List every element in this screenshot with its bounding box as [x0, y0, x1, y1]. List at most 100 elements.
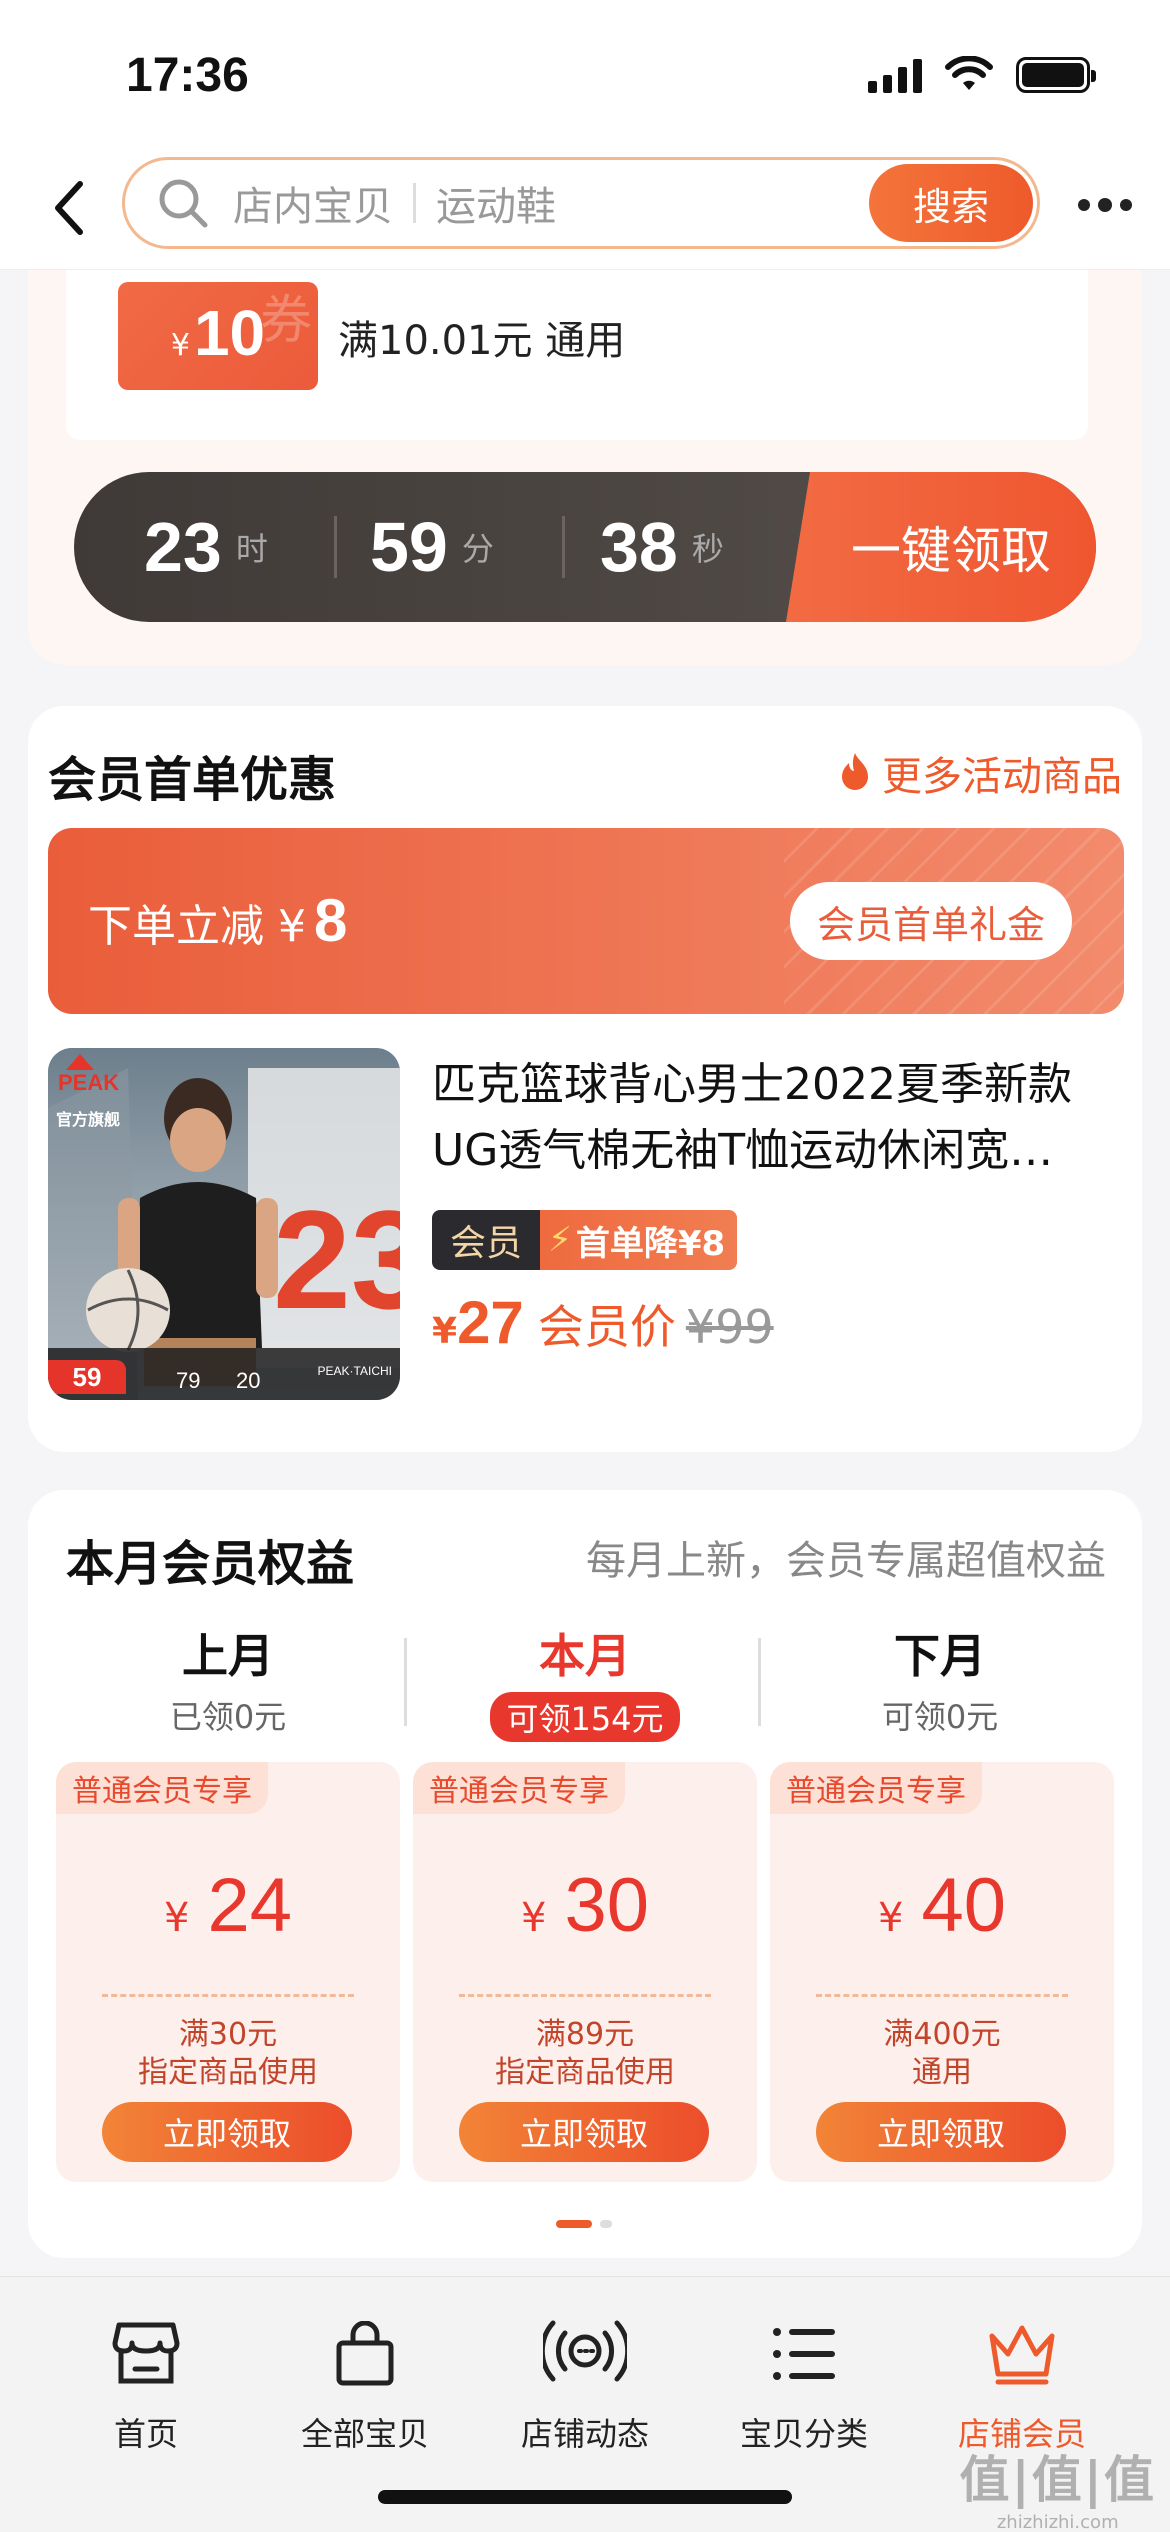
search-input[interactable]: 店内宝贝 运动鞋 搜索: [122, 157, 1040, 249]
product-card[interactable]: 23 PEAK 官方旗舰 59 79 20 PEAK·TAICHI 匹克篮球背心…: [48, 1048, 1124, 1408]
price-currency: ¥: [432, 1311, 458, 1352]
coupon-tier-tag: 普通会员专享: [56, 1762, 268, 1814]
member-price-label: 会员价: [537, 1300, 676, 1354]
claim-all-button[interactable]: 一键领取: [786, 472, 1096, 622]
countdown-seconds-unit: 秒: [691, 530, 724, 568]
coupon-amount: 30: [564, 1863, 649, 1948]
coupon-value: ¥ 24: [56, 1862, 400, 1949]
product-image[interactable]: 23 PEAK 官方旗舰 59 79 20 PEAK·TAICHI: [48, 1048, 400, 1400]
first-order-gift-button[interactable]: 会员首单礼金: [790, 882, 1072, 960]
banner-text: 下单立减 ¥ 8: [88, 886, 347, 955]
coupon-scope: 通用: [912, 2055, 972, 2090]
store-label: 官方旗舰: [56, 1110, 121, 1129]
benefits-title: 本月会员权益: [66, 1536, 355, 1592]
search-placeholder-suggestion: 运动鞋: [436, 184, 556, 230]
claim-coupon-button[interactable]: 立即领取: [459, 2102, 709, 2162]
coupon-dashed-divider: [102, 1994, 354, 1997]
month-claimable: 可领0元: [881, 1698, 999, 1736]
countdown-separator: [334, 516, 337, 578]
more-activity-label: 更多活动商品: [882, 754, 1122, 800]
lightning-icon: ⚡: [548, 1220, 572, 1260]
brand-name: PEAK: [58, 1070, 120, 1095]
coupon-value: ¥ 40: [770, 1862, 1114, 1949]
countdown-separator: [562, 516, 565, 578]
banner-label: 下单立减 ¥: [88, 901, 306, 952]
tab-categories[interactable]: 宝贝分类: [704, 2299, 904, 2455]
benefit-coupon: 普通会员专享 ¥ 24 满30元 指定商品使用 立即领取: [56, 1762, 400, 2182]
tab-all-products[interactable]: 全部宝贝: [265, 2299, 465, 2455]
jersey-number: 23: [273, 1181, 400, 1338]
search-header: 店内宝贝 运动鞋 搜索: [0, 145, 1170, 270]
claim-coupon-button[interactable]: 立即领取: [816, 2102, 1066, 2162]
stat-1: 79: [176, 1368, 201, 1393]
countdown-minutes-unit: 分: [461, 530, 494, 568]
tab-label: 全部宝贝: [300, 2415, 429, 2453]
battery-icon: [1016, 57, 1096, 93]
coupon-description: 满10.01元 通用: [338, 318, 626, 364]
month-divider: [404, 1638, 407, 1726]
watermark-url: zhizhizhi.com: [996, 2512, 1119, 2532]
month-name: 本月: [539, 1629, 631, 1683]
month-tab-current[interactable]: 本月 可领154元: [415, 1620, 755, 1742]
shopping-bag-icon: [265, 2299, 465, 2409]
benefit-coupon-list: 普通会员专享 ¥ 24 满30元 指定商品使用 立即领取 普通会员专享 ¥ 30…: [56, 1762, 1114, 2182]
claim-coupon-button[interactable]: 立即领取: [102, 2102, 352, 2162]
search-placeholder-primary: 店内宝贝: [233, 184, 393, 230]
month-claimable-badge: 可领154元: [490, 1692, 680, 1742]
tab-store-updates[interactable]: 店铺动态: [485, 2299, 685, 2455]
list-icon: [704, 2299, 904, 2409]
countdown-hours-unit: 时: [235, 530, 268, 568]
brand-logo: PEAK: [58, 1054, 119, 1096]
first-order-title: 会员首单优惠: [48, 752, 337, 808]
pager-dot-active: [556, 2220, 592, 2228]
stat-2: 20: [236, 1368, 261, 1393]
countdown-bar: 23 时 59 分 38 秒 一键领取: [74, 472, 1096, 622]
search-divider: [413, 183, 416, 223]
coupon-panel: ¥ 10 券 满10.01元 通用: [66, 270, 1088, 440]
month-divider: [758, 1638, 761, 1726]
tab-home[interactable]: 首页: [46, 2299, 246, 2455]
benefit-coupon: 普通会员专享 ¥ 30 满89元 指定商品使用 立即领取: [413, 1762, 757, 2182]
countdown-minutes-value: 59: [370, 508, 448, 586]
tab-label: 店铺动态: [520, 2415, 649, 2453]
more-activity-link[interactable]: 更多活动商品: [836, 744, 1122, 802]
status-bar: 17:36: [0, 0, 1170, 145]
coupon-card: ¥ 10 券 满10.01元 通用 23 时 59 分 38 秒 一键领取: [28, 270, 1142, 665]
home-indicator[interactable]: [378, 2490, 792, 2504]
countdown-minutes: 59 分: [370, 472, 494, 622]
tab-store-membership[interactable]: 店铺会员: [922, 2299, 1122, 2455]
coupon-amount: 10: [193, 297, 266, 369]
coupon-ticket[interactable]: ¥ 10 券: [118, 282, 318, 390]
coupon-scope: 指定商品使用: [138, 2055, 318, 2090]
monthly-benefits-section: 本月会员权益 每月上新，会员专属超值权益 上月 已领0元 本月 可领154元 下…: [28, 1490, 1142, 2258]
brand-logo-mark: [66, 1054, 94, 1070]
member-tag: 会员: [432, 1210, 541, 1270]
price-badge: 59: [48, 1360, 126, 1394]
back-button[interactable]: [40, 173, 100, 243]
coupon-scope: 指定商品使用: [495, 2055, 675, 2090]
coupon-currency: ¥: [170, 328, 190, 363]
coupon-conditions: 满400元 通用: [770, 2016, 1114, 2092]
coupon-amount: 24: [207, 1863, 292, 1948]
coupon-amount: 40: [921, 1863, 1006, 1948]
fire-icon: [842, 753, 868, 790]
first-order-discount-tag: ⚡ 首单降¥8: [540, 1210, 738, 1270]
carousel-pager: [556, 2220, 612, 2228]
product-tags: 会员 ⚡ 首单降¥8: [432, 1210, 738, 1270]
watermark-logo: 值|值|值: [959, 2451, 1156, 2509]
product-name[interactable]: 匹克篮球背心男士2022夏季新款UG透气棉无袖T恤运动休闲宽…: [432, 1052, 1124, 1184]
first-order-discount-label: 首单降¥8: [575, 1223, 726, 1264]
price-row: ¥ 27 会员价 ¥99: [432, 1288, 774, 1357]
search-button[interactable]: 搜索: [869, 164, 1033, 242]
chevron-left-icon: [55, 181, 83, 235]
coupon-dashed-divider: [816, 1994, 1068, 1997]
month-tab-next[interactable]: 下月 可领0元: [770, 1620, 1110, 1738]
coupon-tier-tag: 普通会员专享: [770, 1762, 982, 1814]
coupon-currency: ¥: [878, 1895, 904, 1941]
first-order-section: 会员首单优惠 更多活动商品 下单立减 ¥ 8 会员首单礼金 23 PEAK 官方…: [28, 706, 1142, 1452]
status-icons: [868, 56, 1096, 94]
site-watermark: 值|值|值 zhizhizhi.com: [959, 2440, 1156, 2532]
more-options-button[interactable]: [1070, 185, 1140, 225]
product-photo: 23: [48, 1048, 400, 1400]
month-tab-last[interactable]: 上月 已领0元: [58, 1620, 398, 1738]
